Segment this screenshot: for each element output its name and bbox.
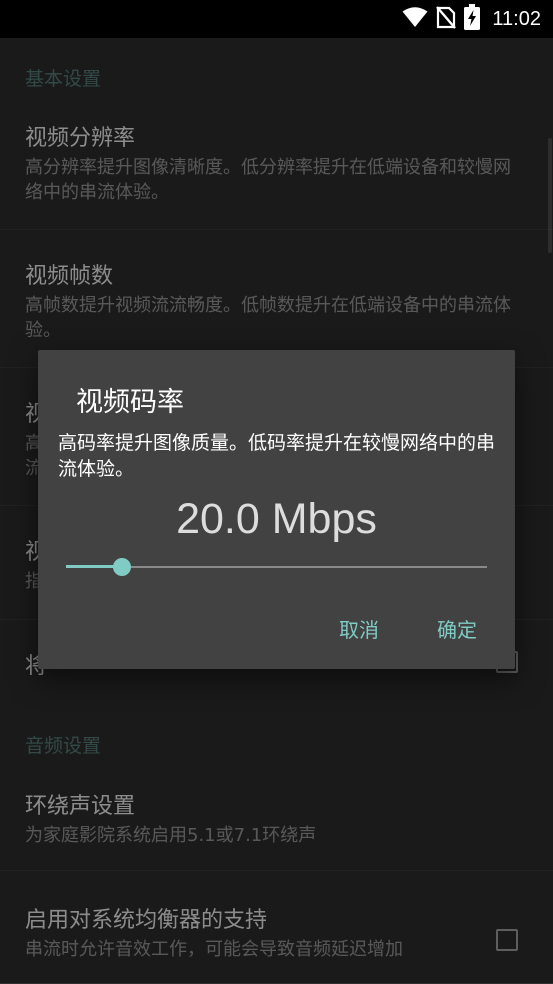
slider-thumb[interactable]	[112, 558, 131, 576]
bitrate-value: 20.0 Mbps	[176, 495, 377, 543]
status-bar: 11:02	[0, 0, 553, 38]
dialog-message: 高码率提升图像质量。低码率提升在较慢网络中的串流体验。	[58, 432, 496, 480]
bitrate-slider[interactable]	[66, 555, 487, 579]
cancel-button[interactable]: 取消	[331, 612, 387, 645]
battery-charging-icon	[464, 4, 481, 34]
status-icons: 11:02	[402, 4, 541, 34]
bitrate-dialog: 视频码率 高码率提升图像质量。低码率提升在较慢网络中的串流体验。 20.0 Mb…	[38, 350, 515, 669]
dialog-actions: 取消 确定	[331, 612, 485, 645]
status-time: 11:02	[492, 7, 541, 30]
wifi-icon	[402, 6, 428, 32]
dialog-title: 视频码率	[76, 387, 184, 418]
ok-button[interactable]: 确定	[429, 612, 485, 645]
no-sim-icon	[436, 5, 457, 33]
